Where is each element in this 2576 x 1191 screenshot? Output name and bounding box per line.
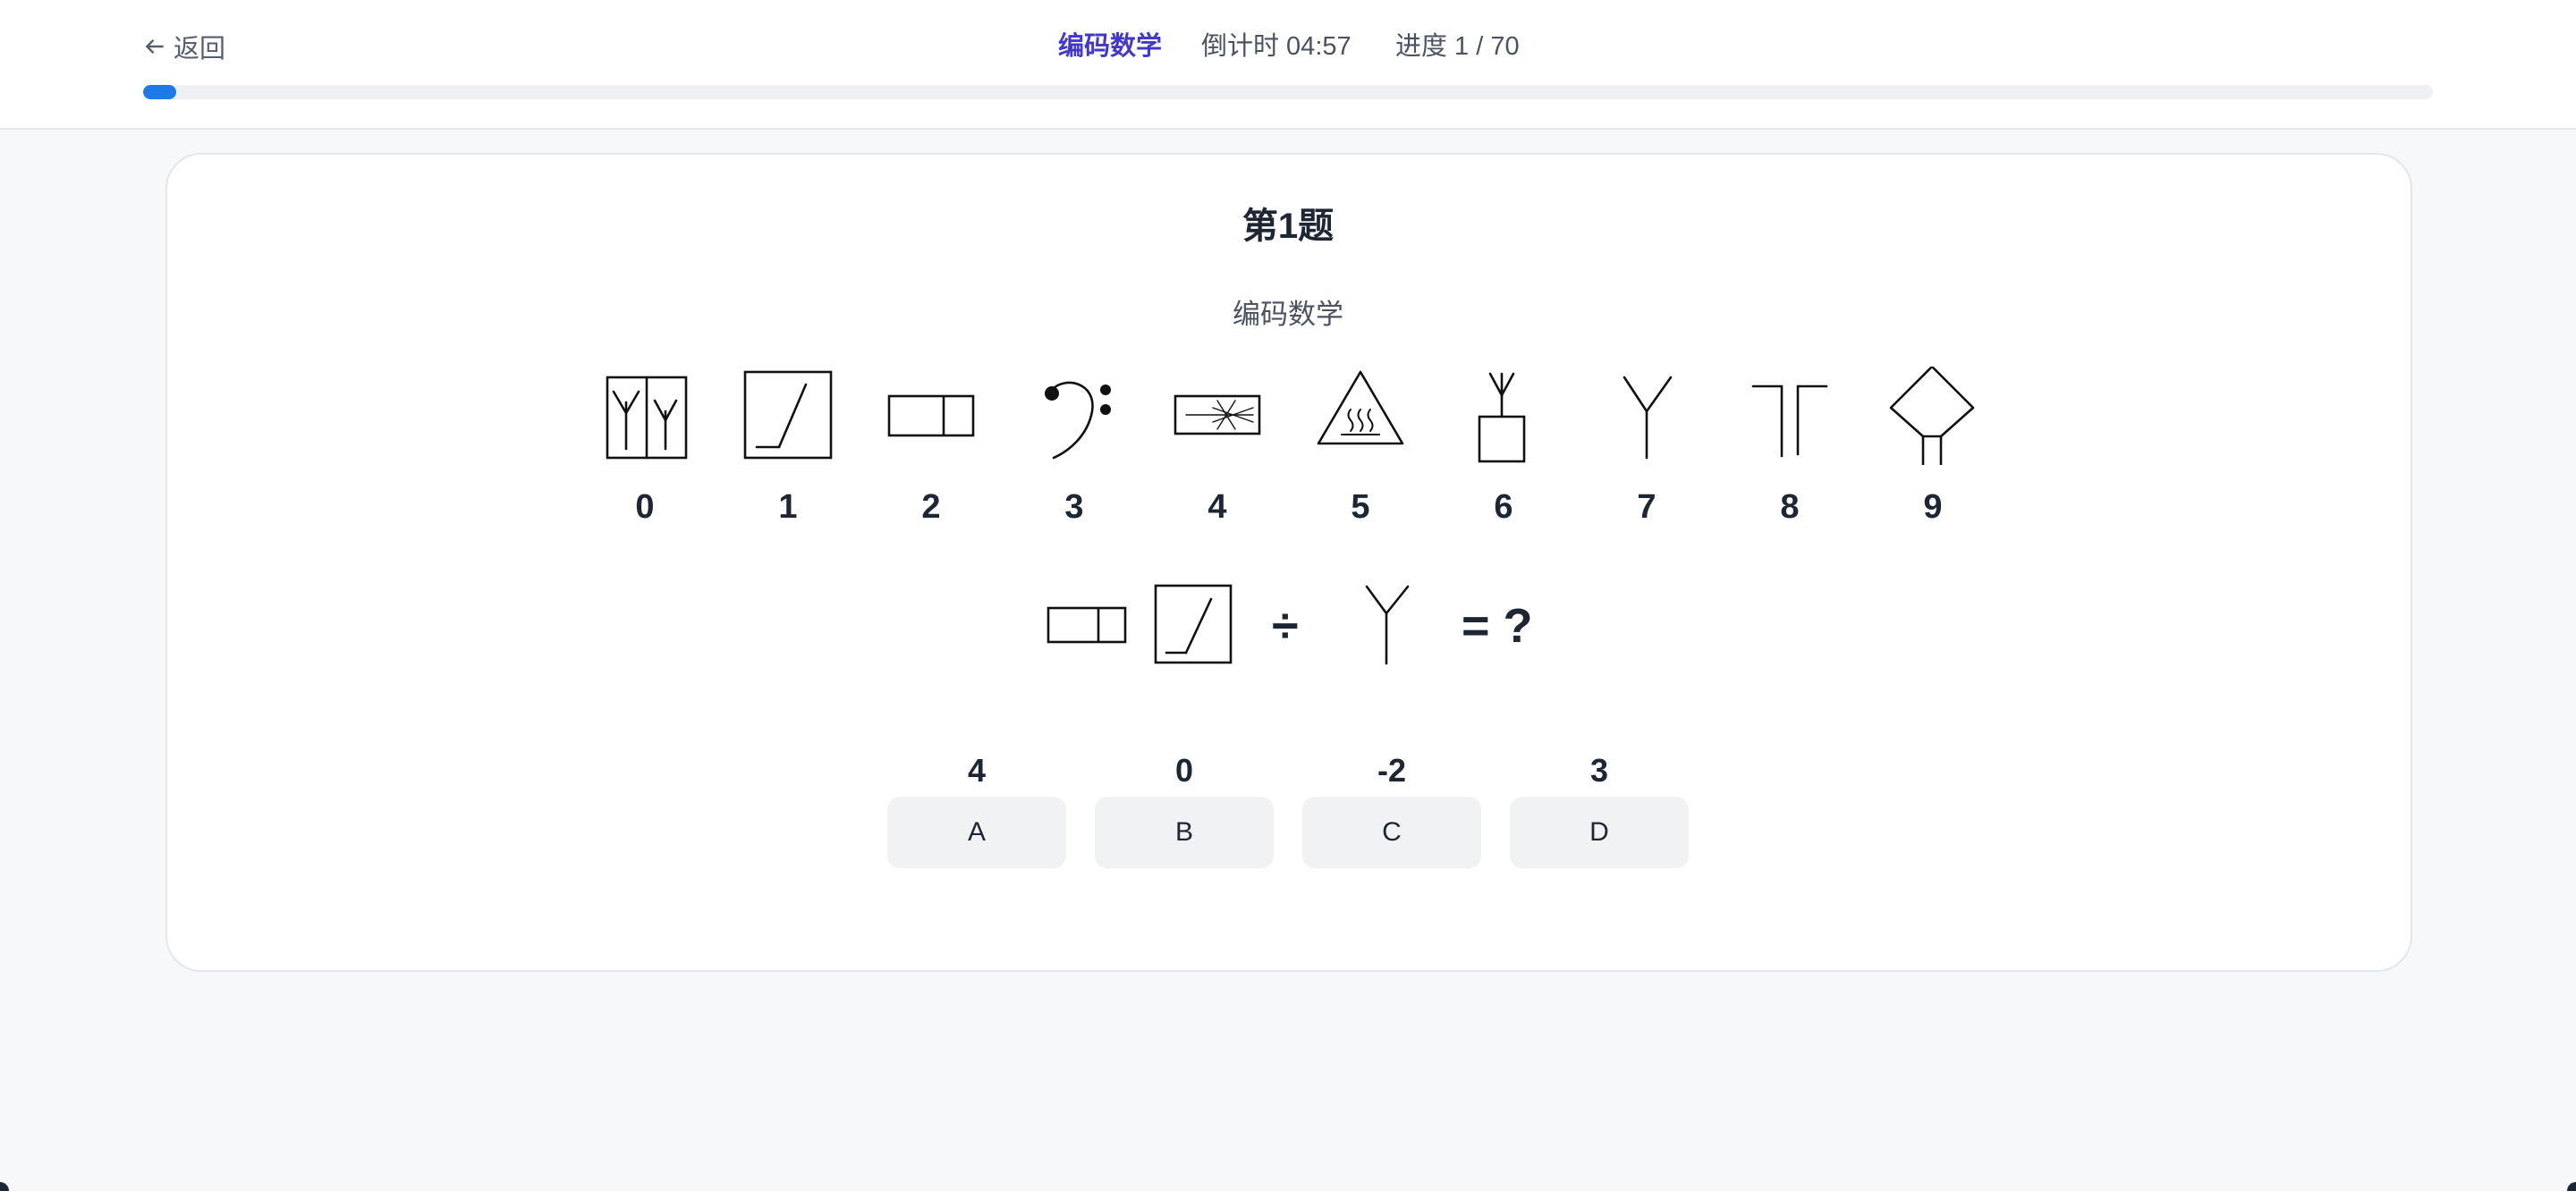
option-b-button[interactable]: B bbox=[1095, 797, 1274, 868]
division-operator: ÷ bbox=[1272, 599, 1299, 653]
double-fork-box-icon bbox=[596, 367, 694, 465]
legend-digit: 6 bbox=[1494, 488, 1513, 526]
option-a-value: 4 bbox=[967, 752, 987, 789]
legend-digit: 1 bbox=[778, 488, 798, 526]
question-subtitle: 编码数学 bbox=[1233, 299, 1343, 330]
mode-title: 编码数学 bbox=[1058, 32, 1163, 61]
legend-digit: 2 bbox=[921, 488, 941, 526]
option-a-button[interactable]: A bbox=[887, 797, 1066, 868]
double-post-icon bbox=[1741, 367, 1839, 465]
option-d-button[interactable]: D bbox=[1510, 797, 1689, 868]
countdown-timer: 倒计时 04:57 bbox=[1201, 32, 1352, 61]
split-rectangle-icon bbox=[882, 367, 980, 465]
legend-digit: 3 bbox=[1064, 488, 1084, 526]
split-rectangle-icon bbox=[1041, 581, 1131, 671]
option-c-button[interactable]: C bbox=[1302, 797, 1481, 868]
bass-clef-icon bbox=[1025, 367, 1123, 465]
equation-result: = ? bbox=[1462, 599, 1533, 653]
option-b-value: 0 bbox=[1174, 752, 1194, 789]
diamond-on-posts-icon bbox=[1884, 367, 1982, 465]
back-label: 返回 bbox=[174, 35, 226, 63]
progress-bar-fill bbox=[143, 85, 176, 99]
option-d-value: 3 bbox=[1589, 752, 1609, 789]
question-title: 第1题 bbox=[1241, 207, 1335, 246]
option-c-value: -2 bbox=[1377, 752, 1406, 789]
legend-digit: 7 bbox=[1637, 488, 1657, 526]
hot-surface-triangle-icon bbox=[1311, 367, 1410, 465]
legend-digit: 9 bbox=[1923, 488, 1943, 526]
progress-counter: 进度 1 / 70 bbox=[1395, 32, 1520, 61]
fork-icon bbox=[1597, 367, 1696, 465]
slash-box-icon bbox=[739, 367, 837, 465]
starburst-rectangle-icon bbox=[1168, 367, 1267, 465]
legend-digit: 4 bbox=[1208, 488, 1227, 526]
question-card bbox=[165, 153, 2412, 972]
slash-box-icon bbox=[1148, 581, 1238, 671]
top-bar: 返回 编码数学 倒计时 04:57 进度 1 / 70 bbox=[0, 0, 2576, 130]
window-corner bbox=[0, 1182, 9, 1191]
legend-digit: 5 bbox=[1351, 488, 1370, 526]
legend-digit: 8 bbox=[1780, 488, 1800, 526]
progress-bar bbox=[143, 85, 2433, 99]
legend-digit: 0 bbox=[635, 488, 655, 526]
fork-icon bbox=[1342, 581, 1431, 671]
window-corner bbox=[2567, 1182, 2576, 1191]
fork-on-box-icon bbox=[1454, 367, 1553, 465]
arrow-left-icon bbox=[146, 39, 164, 54]
back-button[interactable]: 返回 bbox=[143, 29, 225, 64]
